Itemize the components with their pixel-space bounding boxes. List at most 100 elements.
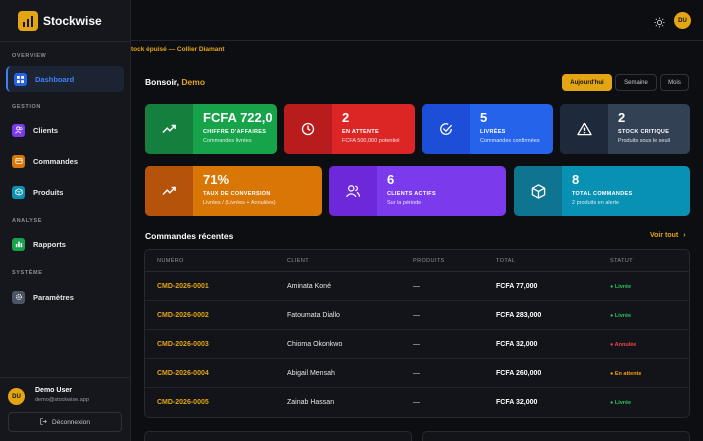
sidebar-divider <box>0 41 131 42</box>
range-week-button[interactable]: Semaine <box>615 74 657 91</box>
stat-card-delivered[interactable]: 5 LIVRÉES Commandes confirmées <box>422 104 553 154</box>
sidebar-item-clients[interactable]: Clients <box>6 117 124 143</box>
stat-sub: 2 produits en alerte <box>572 200 620 206</box>
sidebar-item-label: Dashboard <box>35 74 75 84</box>
column-header: STATUT <box>610 258 633 264</box>
cart-icon <box>12 154 25 168</box>
users-icon <box>329 166 377 216</box>
bottom-panel-left <box>144 431 412 441</box>
logout-button[interactable]: Déconnexion <box>8 412 122 432</box>
column-header: PRODUITS <box>413 258 445 264</box>
stat-sub: Commandes confirmées <box>480 138 540 144</box>
user-email: demo@stockwise.app <box>35 397 89 403</box>
app-logo[interactable]: Stockwise <box>18 11 102 31</box>
order-id[interactable]: CMD-2026-0004 <box>157 370 209 377</box>
cube-icon <box>514 166 562 216</box>
recent-orders-title: Commandes récentes <box>145 231 234 241</box>
order-total: FCFA 283,000 <box>496 312 542 319</box>
stat-value: 6 <box>387 172 395 187</box>
stat-card-conversion[interactable]: 71% TAUX DE CONVERSION Livrées / (Livrée… <box>145 166 322 216</box>
chevron-right-icon: › <box>683 232 686 239</box>
sidebar: Stockwise OVERVIEW Dashboard GESTION Cli… <box>0 0 131 441</box>
user-avatar[interactable]: DU <box>8 388 25 405</box>
stat-value: 71% <box>203 172 230 187</box>
table-header: NUMÉRO CLIENT PRODUITS TOTAL STATUT <box>145 250 689 272</box>
box-icon <box>12 185 25 199</box>
users-icon <box>12 123 25 137</box>
column-header: TOTAL <box>496 258 516 264</box>
stat-label: CHIFFRE D'AFFAIRES <box>203 129 267 135</box>
table-row[interactable]: CMD-2026-0005 Zainab Hassan — FCFA 32,00… <box>145 388 689 417</box>
stat-card-total-orders[interactable]: 8 TOTAL COMMANDES 2 produits en alerte <box>514 166 690 216</box>
table-row[interactable]: CMD-2026-0004 Abigail Mensah — FCFA 260,… <box>145 359 689 388</box>
section-label-overview: OVERVIEW <box>12 53 47 59</box>
status-badge: ● En attente <box>610 371 642 377</box>
sidebar-item-produits[interactable]: Produits <box>6 179 124 205</box>
stat-card-pending[interactable]: 2 EN ATTENTE FCFA 500,000 potentiel <box>284 104 415 154</box>
section-label-analyse: ANALYSE <box>12 218 42 224</box>
sidebar-item-label: Commandes <box>33 156 79 166</box>
status-badge: ● Livrée <box>610 313 632 319</box>
order-client: Fatoumata Diallo <box>287 312 340 319</box>
order-client: Zainab Hassan <box>287 399 335 406</box>
order-client: Chioma Okonkwo <box>287 341 343 348</box>
table-row[interactable]: CMD-2026-0002 Fatoumata Diallo — FCFA 28… <box>145 301 689 330</box>
stat-card-critical-stock[interactable]: 2 STOCK CRITIQUE Produits sous le seuil <box>560 104 690 154</box>
topbar-avatar[interactable]: DU <box>674 12 691 29</box>
range-today-button[interactable]: Aujourd'hui <box>562 74 612 91</box>
stat-sub: Livrées / (Livrées + Annulées) <box>203 200 276 206</box>
stat-value: 5 <box>480 110 488 125</box>
order-total: FCFA 32,000 <box>496 399 538 406</box>
table-row[interactable]: CMD-2026-0003 Chioma Okonkwo — FCFA 32,0… <box>145 330 689 359</box>
order-id[interactable]: CMD-2026-0002 <box>157 312 209 319</box>
logout-label: Déconnexion <box>52 418 90 426</box>
stat-value: 2 <box>342 110 350 125</box>
grid-icon <box>14 72 27 86</box>
order-id[interactable]: CMD-2026-0001 <box>157 283 209 290</box>
user-name: Demo User <box>35 387 72 394</box>
sidebar-item-label: Clients <box>33 125 59 135</box>
stat-value: 2 <box>618 110 626 125</box>
warning-icon <box>560 104 608 154</box>
range-month-button[interactable]: Mois <box>660 74 689 91</box>
sun-icon[interactable] <box>654 15 665 28</box>
sidebar-item-parametres[interactable]: Paramètres <box>6 284 124 310</box>
stat-label: TOTAL COMMANDES <box>572 191 633 197</box>
stat-value: 8 <box>572 172 580 187</box>
stat-label: TAUX DE CONVERSION <box>203 191 271 197</box>
app-name: Stockwise <box>43 14 102 28</box>
stat-label: STOCK CRITIQUE <box>618 129 670 135</box>
sidebar-item-label: Produits <box>33 187 64 197</box>
order-products: — <box>413 312 420 319</box>
stock-alert-ticker: tock épuisé — Collier Diamant <box>131 46 225 53</box>
orders-table: NUMÉRO CLIENT PRODUITS TOTAL STATUT CMD-… <box>144 249 690 418</box>
trend-up-icon <box>145 104 193 154</box>
order-id[interactable]: CMD-2026-0005 <box>157 399 209 406</box>
column-header: NUMÉRO <box>157 258 184 264</box>
trend-up-icon <box>145 166 193 216</box>
stat-card-active-clients[interactable]: 6 CLIENTS ACTIFS Sur la période <box>329 166 506 216</box>
stat-label: EN ATTENTE <box>342 129 379 135</box>
stat-sub: Commandes livrées <box>203 138 252 144</box>
greeting: Bonsoir, Demo <box>145 77 205 87</box>
order-id[interactable]: CMD-2026-0003 <box>157 341 209 348</box>
section-label-gestion: GESTION <box>12 104 41 110</box>
order-client: Aminata Koné <box>287 283 331 290</box>
topbar: DU <box>131 0 703 41</box>
order-total: FCFA 260,000 <box>496 370 542 377</box>
table-row[interactable]: CMD-2026-0001 Aminata Koné — FCFA 77,000… <box>145 272 689 301</box>
order-total: FCFA 77,000 <box>496 283 538 290</box>
clock-icon <box>284 104 332 154</box>
order-products: — <box>413 341 420 348</box>
stat-sub: Produits sous le seuil <box>618 138 670 144</box>
column-header: CLIENT <box>287 258 309 264</box>
check-circle-icon <box>422 104 470 154</box>
see-all-link[interactable]: Voir tout › <box>650 232 686 239</box>
sidebar-item-dashboard[interactable]: Dashboard <box>6 66 124 92</box>
stat-sub: FCFA 500,000 potentiel <box>342 138 400 144</box>
sidebar-item-commandes[interactable]: Commandes <box>6 148 124 174</box>
order-client: Abigail Mensah <box>287 370 335 377</box>
stat-card-revenue[interactable]: FCFA 722,0 CHIFFRE D'AFFAIRES Commandes … <box>145 104 277 154</box>
order-products: — <box>413 370 420 377</box>
sidebar-item-rapports[interactable]: Rapports <box>6 231 124 257</box>
